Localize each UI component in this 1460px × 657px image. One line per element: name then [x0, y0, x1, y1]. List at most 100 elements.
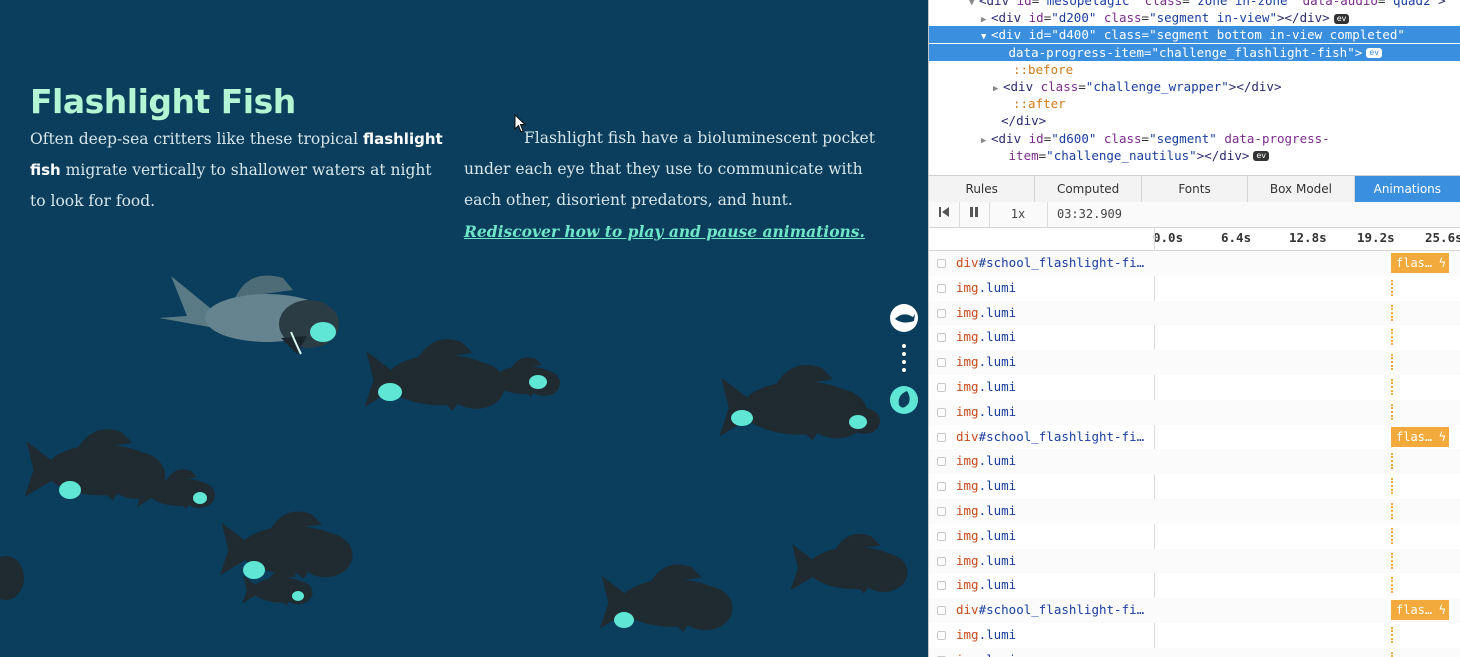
event-badge[interactable]: ev	[1253, 151, 1270, 162]
animation-mini-bar[interactable]	[1391, 379, 1396, 395]
animation-row[interactable]: img.lumi	[929, 647, 1460, 657]
animation-bar[interactable]: flas… ϟ	[1391, 426, 1449, 447]
animation-row[interactable]: img.lumi	[929, 623, 1460, 648]
animation-target[interactable]: div#school_flashlight-fi…	[956, 598, 1154, 622]
animation-mini-bar[interactable]	[1391, 527, 1396, 544]
animation-mini-bar[interactable]	[1391, 304, 1396, 321]
animation-bar[interactable]: flas… ϟ	[1391, 253, 1449, 273]
dom-node-line[interactable]: data-progress-item="challenge_flashlight…	[929, 43, 1460, 61]
dom-node-line[interactable]: ::before	[929, 61, 1460, 78]
animation-target[interactable]: img.lumi	[956, 325, 1154, 349]
animation-row[interactable]: img.lumi	[929, 449, 1460, 475]
animation-mini-bar[interactable]	[1391, 627, 1396, 643]
tab-fonts[interactable]: Fonts	[1142, 176, 1249, 202]
playback-rate-select[interactable]: 1x	[989, 202, 1048, 227]
animation-row[interactable]: img.lumi	[929, 474, 1460, 499]
animation-row[interactable]: img.lumi	[929, 548, 1460, 574]
animation-mini-bar[interactable]	[1391, 478, 1396, 495]
tab-box-model[interactable]: Box Model	[1248, 176, 1355, 202]
animation-row[interactable]: div#school_flashlight-fi… flas… ϟ	[929, 251, 1460, 276]
animation-target[interactable]: img.lumi	[956, 375, 1154, 399]
animation-target[interactable]: div#school_flashlight-fi…	[956, 251, 1154, 275]
animation-checkbox[interactable]	[937, 507, 946, 516]
tag-bracket: <	[991, 130, 999, 146]
target-tag: img	[956, 403, 979, 419]
animation-checkbox[interactable]	[937, 259, 946, 268]
animation-mini-bar[interactable]	[1391, 354, 1396, 371]
animation-row[interactable]: img.lumi	[929, 350, 1460, 375]
animation-checkbox[interactable]	[937, 556, 946, 566]
animation-target[interactable]: img.lumi	[956, 474, 1154, 498]
animation-target[interactable]: img.lumi	[956, 350, 1154, 374]
animation-mini-bar[interactable]	[1391, 329, 1396, 346]
target-tag: img	[956, 379, 979, 394]
event-badge[interactable]: ev	[1366, 48, 1382, 59]
dom-node-line[interactable]: ▶ <div id="d200" class="segment in-view">…	[929, 9, 1460, 26]
animation-checkbox[interactable]	[937, 283, 946, 293]
animation-checkbox[interactable]	[937, 482, 946, 492]
animation-checkbox[interactable]	[937, 308, 946, 318]
animation-target[interactable]: img.lumi	[956, 549, 1154, 573]
animation-mini-bar[interactable]	[1391, 403, 1396, 420]
animation-mini-bar[interactable]	[1391, 279, 1396, 296]
animation-checkbox[interactable]	[937, 432, 946, 442]
animation-mini-bar[interactable]	[1391, 453, 1396, 470]
pause-button[interactable]	[959, 202, 990, 227]
tab-animations[interactable]: Animations	[1354, 176, 1460, 202]
animation-target[interactable]: img.lumi	[956, 400, 1154, 424]
dom-node-line[interactable]: ::after	[929, 95, 1460, 112]
attr-value: "quad2"	[1385, 0, 1439, 8]
animation-target[interactable]: img.lumi	[956, 449, 1154, 473]
animation-mini-bar[interactable]	[1391, 552, 1396, 569]
animation-checkbox[interactable]	[937, 358, 946, 368]
animation-row[interactable]: img.lumi	[929, 276, 1460, 301]
animation-checkbox[interactable]	[937, 383, 946, 392]
tab-rules[interactable]: Rules	[929, 176, 1036, 202]
animation-checkbox[interactable]	[937, 333, 946, 343]
animation-target[interactable]: img.lumi	[956, 524, 1154, 548]
tag-bracket: ></div>	[1228, 79, 1282, 94]
animation-target[interactable]: img.lumi	[956, 499, 1154, 523]
animation-row[interactable]: img.lumi	[929, 524, 1460, 549]
animation-checkbox[interactable]	[937, 631, 946, 640]
animation-target[interactable]: img.lumi	[956, 276, 1154, 300]
animation-target[interactable]: img.lumi	[956, 573, 1154, 597]
event-badge[interactable]: ev	[1333, 13, 1350, 24]
dom-node-line[interactable]: ▼ <div id="d400" class="segment bottom in…	[929, 26, 1460, 44]
animation-checkbox[interactable]	[937, 581, 946, 591]
dom-node-line[interactable]: ▶ <div id="d600" class="segment" data-pro…	[929, 130, 1460, 147]
animation-bar[interactable]: flas… ϟ	[1391, 600, 1449, 621]
animation-row[interactable]: img.lumi	[929, 499, 1460, 524]
animation-mini-bar[interactable]	[1391, 503, 1396, 519]
skip-back-icon	[939, 207, 949, 217]
animation-checkbox[interactable]	[937, 457, 946, 467]
animation-row[interactable]: img.lumi	[929, 573, 1460, 598]
animation-checkbox[interactable]	[937, 606, 946, 616]
target-tag: div	[956, 602, 979, 618]
tag-bracket: <	[979, 0, 987, 8]
animation-mini-bar[interactable]	[1391, 577, 1396, 594]
animation-row[interactable]: img.lumi	[929, 375, 1460, 400]
progress-navigator[interactable]	[889, 303, 919, 427]
animation-target[interactable]: img.lumi	[956, 623, 1154, 647]
animation-checkbox[interactable]	[937, 531, 946, 541]
tag-bracket: <	[991, 27, 999, 43]
tag-name: div	[998, 130, 1022, 146]
animation-mini-bar[interactable]	[1391, 651, 1396, 657]
animation-checkbox[interactable]	[937, 407, 946, 417]
timeline-header[interactable]: 0.0s 6.4s 12.8s 19.2s 25.6s	[929, 228, 1460, 251]
animation-row[interactable]: img.lumi	[929, 300, 1460, 326]
animation-row[interactable]: div#school_flashlight-fi… flas… ϟ	[929, 425, 1460, 450]
animation-row[interactable]: div#school_flashlight-fi… flas… ϟ	[929, 598, 1460, 623]
animation-target[interactable]: img.lumi	[956, 301, 1154, 325]
dom-node-line[interactable]: item="challenge_nautilus"></div> ev	[929, 147, 1460, 164]
dom-node-line[interactable]: ▼ <div id="mesopelagic" class="zone in-zo…	[929, 0, 1460, 9]
dom-node-line[interactable]: </div>	[929, 112, 1460, 129]
animation-target[interactable]: img.lumi	[956, 648, 1154, 657]
dom-node-line[interactable]: ▶ <div class="challenge_wrapper"></div>	[929, 78, 1460, 95]
tab-computed[interactable]: Computed	[1035, 176, 1142, 202]
animation-row[interactable]: img.lumi	[929, 399, 1460, 425]
rewind-button[interactable]	[929, 202, 960, 227]
animation-target[interactable]: div#school_flashlight-fi…	[956, 425, 1154, 449]
animation-row[interactable]: img.lumi	[929, 325, 1460, 350]
